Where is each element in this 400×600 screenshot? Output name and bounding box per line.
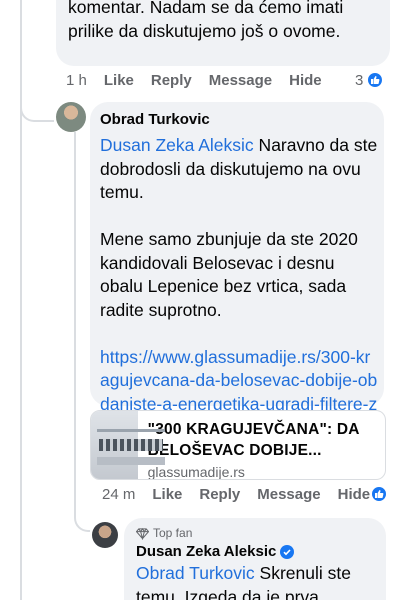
reply-button[interactable]: Reply	[151, 72, 192, 89]
like-button[interactable]: Like	[104, 72, 134, 89]
comment-bubble: komentar. Nadam se da ćemo imati prilike…	[56, 0, 390, 66]
comment-actions: 24 m Like Reply Message Hide	[102, 486, 387, 503]
avatar[interactable]	[92, 522, 118, 548]
like-reaction-icon	[375, 490, 384, 498]
preview-domain: glassumadije.rs	[147, 464, 245, 480]
message-button[interactable]: Message	[257, 486, 320, 503]
reply-bubble: Top fan Dusan Zeka Aleksic Obrad Turkovi…	[124, 518, 386, 600]
verified-icon	[280, 544, 295, 559]
like-button[interactable]: Like	[152, 486, 182, 503]
comment-text: prilike da diskutujemo još o ovome.	[68, 20, 341, 41]
thread-connector	[74, 498, 90, 532]
comment-text: Mene samo zbunjuje da ste 2020 kandidova…	[100, 229, 358, 320]
reply-button[interactable]: Reply	[199, 486, 240, 503]
hide-button[interactable]: Hide	[289, 72, 322, 89]
reaction-count-number: 3	[355, 71, 364, 89]
comment-actions: 1 h Like Reply Message Hide	[66, 72, 339, 89]
comment-timestamp[interactable]: 1 h	[66, 72, 87, 89]
comment-author[interactable]: Obrad Turkovic	[100, 111, 378, 128]
comment-text: komentar. Nadam se da ćemo imati	[68, 0, 344, 17]
link-preview-card[interactable]: "300 KRAGUJEVČANA": DA BELOŠEVAC DOBIJE.…	[90, 410, 386, 480]
mention-link[interactable]: Dusan Zeka Aleksic	[100, 135, 254, 155]
preview-thumbnail	[91, 411, 165, 479]
avatar[interactable]	[56, 102, 86, 132]
reaction-icon[interactable]	[370, 485, 388, 503]
like-reaction-icon	[366, 71, 385, 89]
diamond-icon	[136, 527, 149, 540]
top-fan-badge: Top fan	[153, 526, 193, 540]
thread-connector	[20, 88, 54, 122]
comment-timestamp[interactable]: 24 m	[102, 486, 135, 503]
mention-link[interactable]: Obrad Turkovic	[136, 563, 255, 583]
thread-line	[74, 132, 76, 502]
reaction-count[interactable]: 3	[355, 71, 385, 89]
hide-button[interactable]: Hide	[338, 486, 371, 503]
reply-bubble: Obrad Turkovic Dusan Zeka Aleksic Naravn…	[90, 102, 384, 437]
preview-title: "300 KRAGUJEVČANA": DA BELOŠEVAC DOBIJE.…	[147, 421, 360, 459]
message-button[interactable]: Message	[209, 72, 272, 89]
comment-author[interactable]: Dusan Zeka Aleksic	[136, 543, 276, 560]
